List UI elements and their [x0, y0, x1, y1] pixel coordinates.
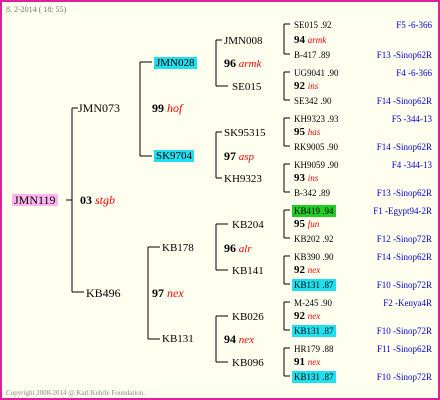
gen4-name: SE015 .92: [294, 20, 332, 30]
gen3-year: 92: [294, 310, 305, 322]
gen3-mark: ins: [307, 81, 319, 91]
gen3-year: 95: [294, 218, 305, 230]
gen3-year: 92: [294, 264, 305, 276]
gen4-name: SE342 .90: [294, 96, 332, 106]
gen3-name: KB026: [232, 311, 264, 323]
gen3-year: 91: [294, 356, 305, 368]
gen4-name: KB131 .87: [292, 325, 336, 337]
gen3-mark: nex: [307, 311, 321, 321]
gen4-pedigree: F11 -Sinop62R: [377, 344, 432, 354]
gen4-name: HR179 .88: [294, 344, 334, 354]
gen3-year: 94: [294, 34, 305, 46]
gen2-mark: alr: [238, 243, 252, 255]
gen4-pedigree: F12 -Sinop72R: [376, 234, 432, 244]
gen2-year: 96: [224, 56, 236, 70]
gen4-pedigree: F5 -344-13: [391, 114, 432, 124]
gen3-year-mark: 95 has: [294, 126, 320, 138]
gen4-name: KB390 .90: [294, 252, 334, 262]
gen4-name: KB131 .87: [292, 279, 336, 291]
gen1-name: JMN073: [78, 101, 121, 115]
gen3-year-mark: 93 ins: [294, 172, 318, 184]
gen4-pedigree: F14 -Sinop62R: [376, 142, 432, 152]
gen4-name: KH9059 .90: [294, 160, 339, 170]
gen3-mark: nex: [307, 357, 321, 367]
gen3-year-mark: 92 nex: [294, 310, 320, 322]
gen2-name: KB178: [162, 242, 194, 254]
root-mark: stgb: [95, 193, 116, 207]
gen4-name: KH9323 .93: [294, 114, 339, 124]
gen3-mark: armk: [307, 35, 327, 45]
gen1-year: 97: [152, 286, 164, 300]
gen2-year: 94: [224, 332, 236, 346]
gen4-pedigree: F13 -Sinop62R: [376, 50, 432, 60]
tree-connectors: [66, 23, 290, 377]
gen4-pedigree: F5 -6-366: [396, 20, 432, 30]
gen3-year-mark: 95 fun: [294, 218, 319, 230]
gen1-mark: hof: [167, 101, 183, 115]
gen3-year-mark: 92 nex: [294, 264, 320, 276]
gen2-name: KB131: [162, 333, 194, 345]
root-name: JMN119: [12, 193, 58, 207]
header-date: 8. 2-2014 ( 18: 55): [6, 5, 67, 14]
gen2-name: JMN028: [154, 57, 197, 69]
root-year: 03: [80, 193, 92, 207]
gen3-year: 92: [294, 80, 305, 92]
gen1-year-mark: 97 nex: [152, 287, 184, 299]
footer-copyright: Copyright 2008-2014 @ Karl Kehrle Founda…: [6, 389, 146, 397]
gen3-name: KB204: [232, 219, 264, 231]
gen4-pedigree: F4 -344-13: [391, 160, 432, 170]
gen3-year-mark: 91 nex: [294, 356, 320, 368]
gen3-name: SK95315: [224, 127, 266, 139]
gen2-year-mark: 94 nex: [224, 333, 254, 346]
gen1-mark: nex: [167, 286, 184, 300]
gen4-name: M-245 .90: [294, 298, 332, 308]
gen2-mark: nex: [238, 334, 255, 346]
gen4-pedigree: F14 -Sinop62R: [376, 252, 432, 262]
gen4-name: KB202 .92: [294, 234, 334, 244]
gen3-year: 95: [294, 126, 305, 138]
gen3-mark: nex: [307, 265, 321, 275]
gen4-pedigree: F14 -Sinop62R: [376, 96, 432, 106]
gen3-year-mark: 94 armk: [294, 34, 326, 46]
pedigree-chart: 8. 2-2014 ( 18: 55) JMN119 03 stgb JMN07…: [0, 0, 440, 400]
gen4-pedigree: F2 -Kenya4R: [383, 298, 432, 308]
gen4-name: RK9005 .90: [294, 142, 339, 152]
gen3-year-mark: 92 ins: [294, 80, 318, 92]
gen3-mark: fun: [307, 219, 320, 229]
gen2-year: 96: [224, 241, 236, 255]
gen2-mark: asp: [238, 151, 255, 163]
gen3-name: KB141: [232, 265, 264, 277]
gen4-pedigree: F10 -Sinop72R: [376, 326, 432, 336]
gen4-name: KB131 .87: [292, 371, 336, 383]
gen4-pedigree: F10 -Sinop72R: [376, 372, 432, 382]
gen1-name: KB496: [86, 286, 121, 300]
gen2-year: 97: [224, 149, 236, 163]
gen2-name: SK9704: [154, 150, 195, 162]
gen4-pedigree: F1 -Egypt94-2R: [373, 206, 432, 216]
gen4-name: UG9041 .90: [294, 68, 339, 78]
gen3-mark: ins: [307, 173, 319, 183]
gen3-mark: has: [307, 127, 321, 137]
gen3-name: KH9323: [224, 173, 262, 185]
gen2-year-mark: 97 asp: [224, 150, 254, 163]
gen2-year-mark: 96 armk: [224, 57, 261, 70]
gen4-name: B-342 .89: [294, 188, 330, 198]
gen4-name: KB419 .94: [292, 205, 336, 217]
gen2-year-mark: 96 alr: [224, 242, 252, 255]
gen3-name: JMN008: [224, 35, 263, 47]
gen3-name: SE015: [232, 81, 262, 93]
gen1-year: 99: [152, 101, 164, 115]
gen4-pedigree: F13 -Sinop62R: [376, 188, 432, 198]
gen4-name: B-417 .89: [294, 50, 330, 60]
gen3-year: 93: [294, 172, 305, 184]
gen1-year-mark: 99 hof: [152, 102, 182, 114]
root-year-mark: 03 stgb: [80, 194, 115, 206]
gen2-mark: armk: [238, 58, 262, 70]
gen4-pedigree: F10 -Sinop72R: [376, 280, 432, 290]
gen4-pedigree: F4 -6-366: [396, 68, 432, 78]
gen3-name: KB096: [232, 357, 264, 369]
